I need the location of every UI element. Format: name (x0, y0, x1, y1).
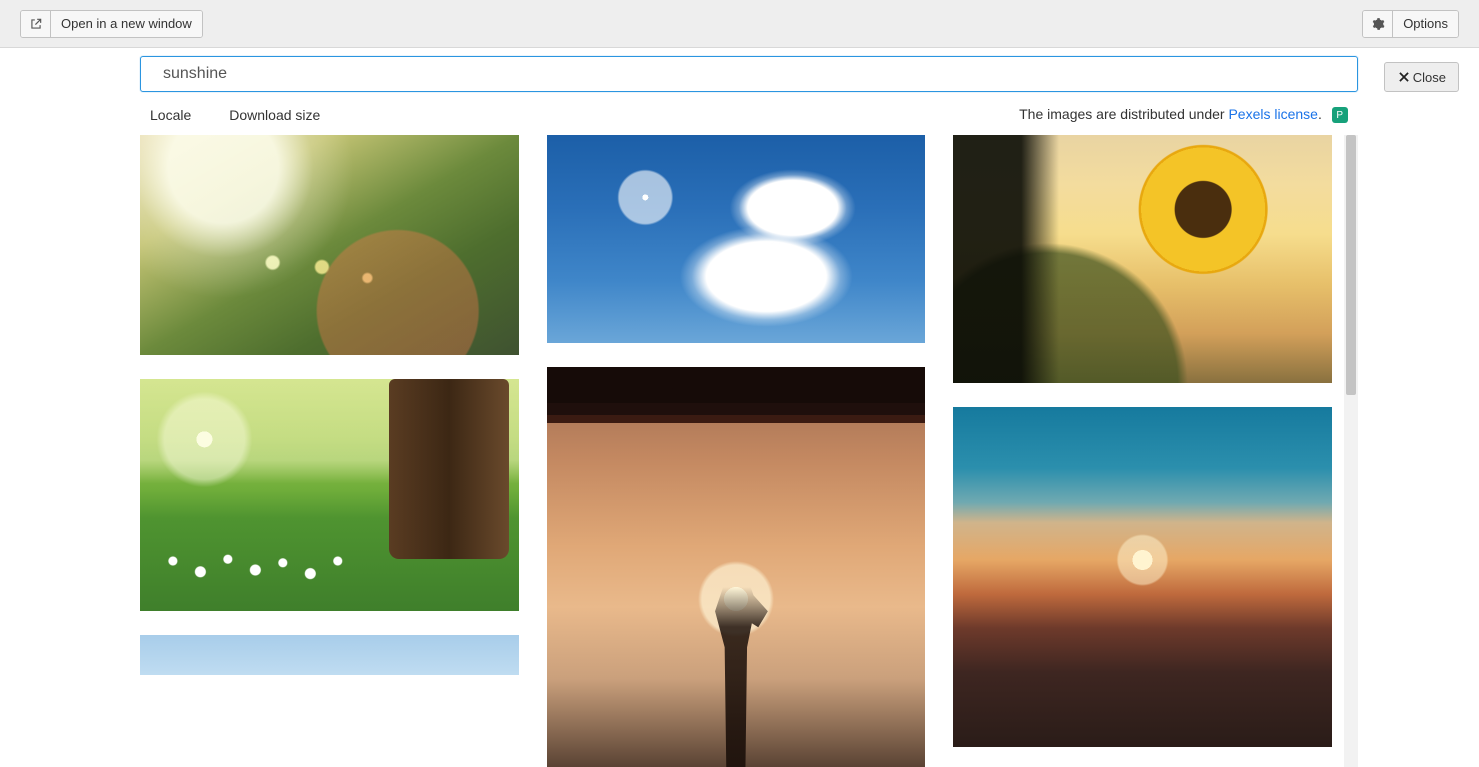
toolbar: Open in a new window Options (0, 0, 1479, 48)
close-icon (1397, 70, 1411, 84)
result-thumb[interactable] (547, 135, 926, 343)
open-new-window-button[interactable]: Open in a new window (51, 11, 202, 37)
filter-download-size[interactable]: Download size (229, 107, 320, 123)
main: Locale Download size The images are dist… (0, 48, 1479, 767)
result-thumb[interactable] (953, 407, 1332, 747)
vertical-scrollbar[interactable] (1344, 135, 1358, 767)
content: Locale Download size The images are dist… (140, 56, 1358, 767)
options-group: Options (1362, 10, 1459, 38)
close-button[interactable]: Close (1384, 62, 1459, 92)
filter-locale[interactable]: Locale (150, 107, 191, 123)
open-external-icon-button[interactable] (21, 11, 51, 37)
license-prefix: The images are distributed under (1019, 106, 1228, 122)
options-button[interactable]: Options (1393, 11, 1458, 37)
result-thumb[interactable] (547, 367, 926, 767)
gallery-col-2 (547, 135, 926, 767)
gear-icon (1371, 17, 1385, 31)
gallery-col-3 (953, 135, 1332, 767)
gallery-col-1 (140, 135, 519, 767)
result-thumb[interactable] (140, 379, 519, 611)
open-new-window-group: Open in a new window (20, 10, 203, 38)
close-button-label: Close (1413, 70, 1446, 85)
result-thumb[interactable] (953, 135, 1332, 383)
result-thumb[interactable] (140, 635, 519, 675)
open-external-icon (29, 17, 43, 31)
filters-row: Locale Download size The images are dist… (140, 92, 1358, 135)
result-thumb[interactable] (140, 135, 519, 355)
license-link[interactable]: Pexels license (1228, 106, 1318, 122)
options-icon-button[interactable] (1363, 11, 1393, 37)
scrollbar-thumb[interactable] (1346, 135, 1356, 395)
license-notice: The images are distributed under Pexels … (1019, 106, 1348, 123)
gallery (140, 135, 1340, 767)
license-suffix: . (1318, 106, 1322, 122)
license-badge-icon[interactable]: P (1332, 107, 1348, 123)
results (140, 135, 1358, 767)
search-input[interactable] (140, 56, 1358, 92)
